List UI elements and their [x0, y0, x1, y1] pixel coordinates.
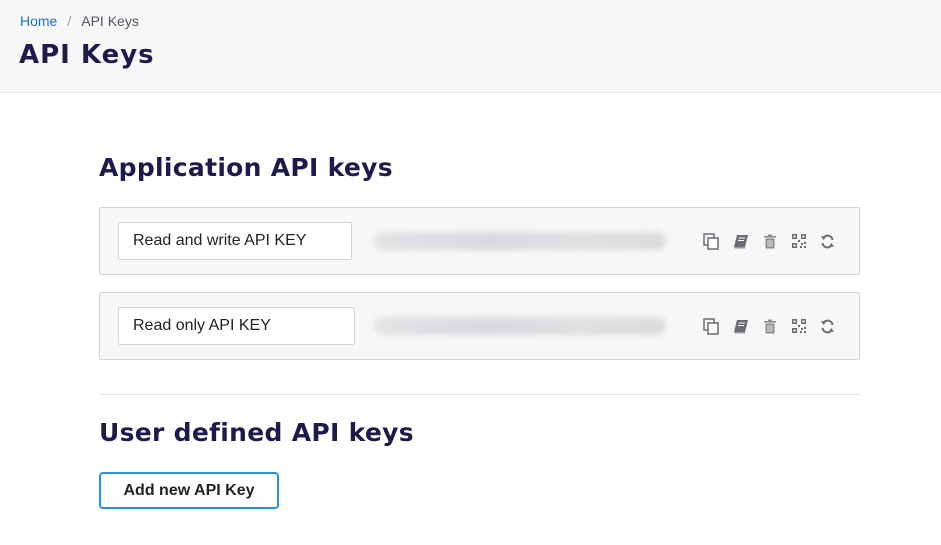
page-title: API Keys	[19, 40, 155, 70]
qr-code-icon[interactable]	[784, 316, 813, 336]
api-key-actions	[697, 231, 842, 251]
api-key-name-input[interactable]	[118, 222, 352, 260]
copy-icon[interactable]	[697, 231, 726, 251]
copy-icon[interactable]	[697, 316, 726, 336]
refresh-icon[interactable]	[813, 231, 842, 251]
book-icon[interactable]	[726, 316, 755, 336]
page-header: Home / API Keys API Keys	[0, 0, 941, 93]
api-key-row-read-only	[99, 292, 860, 360]
api-key-value-masked	[374, 232, 666, 250]
book-icon[interactable]	[726, 231, 755, 251]
section-divider	[99, 394, 860, 395]
application-keys-title: Application API keys	[99, 153, 393, 182]
breadcrumb-current: API Keys	[81, 13, 139, 29]
api-key-actions	[697, 316, 842, 336]
add-api-key-button[interactable]: Add new API Key	[99, 472, 279, 509]
breadcrumb: Home / API Keys	[20, 13, 139, 29]
breadcrumb-home-link[interactable]: Home	[20, 13, 57, 29]
trash-icon[interactable]	[755, 231, 784, 251]
api-key-value-masked	[374, 317, 666, 335]
qr-code-icon[interactable]	[784, 231, 813, 251]
api-key-name-input[interactable]	[118, 307, 355, 345]
breadcrumb-separator: /	[67, 13, 72, 29]
api-key-row-read-write	[99, 207, 860, 275]
refresh-icon[interactable]	[813, 316, 842, 336]
trash-icon[interactable]	[755, 316, 784, 336]
user-keys-title: User defined API keys	[99, 418, 414, 447]
